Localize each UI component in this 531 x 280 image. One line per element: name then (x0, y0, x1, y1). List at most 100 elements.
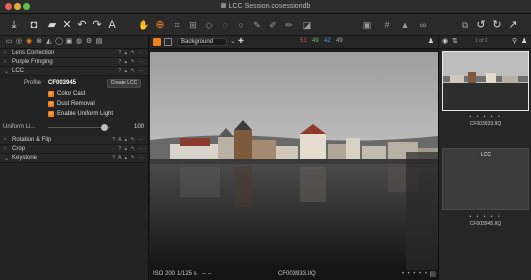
lcc-section[interactable]: ⌄ LCC ? ▴ ↰ ⋯ (0, 67, 148, 76)
crop-section[interactable]: › Crop ? ▴ ↰ ⋯ (0, 145, 148, 154)
batch-tab-icon[interactable]: ▤ (95, 38, 103, 46)
color-cast-checkbox[interactable]: ✓ (48, 91, 54, 97)
section-tools-icon[interactable]: ? ▴ ↰ ⋯ (118, 68, 144, 74)
color-tab-icon[interactable]: ⊛ (35, 38, 43, 46)
spot-icon[interactable]: ◌ (218, 18, 232, 32)
section-title: Keystone (12, 155, 38, 161)
keystone-section[interactable]: ⌄ Keystone ? A ▴ ↰ ⋯ (0, 154, 148, 163)
main-image[interactable] (150, 52, 438, 270)
user-icon[interactable]: ♟ (521, 37, 527, 45)
straighten-icon[interactable]: ⊞ (186, 18, 200, 32)
user-icon[interactable]: ♟ (428, 37, 434, 45)
sort-icon[interactable]: ⇅ (452, 37, 458, 45)
rating-stars[interactable]: • • • • • (442, 114, 529, 120)
chevron-right-icon: › (4, 137, 6, 143)
chevron-right-icon: › (4, 146, 6, 152)
rating-stars[interactable]: • • • • • (442, 214, 529, 220)
proof-icon[interactable]: ∞ (416, 18, 430, 32)
uniform-light-row: Uniform Li... 100 (0, 123, 149, 133)
blue-readout: 42 (324, 38, 331, 44)
uniform-light-option-label: Enable Uniform Light (57, 111, 114, 117)
thumbnail-caption: CF003945.IIQ (469, 221, 502, 227)
redo-icon[interactable]: ↷ (91, 18, 103, 32)
copy-adjust-icon[interactable]: ⧉ (458, 18, 472, 32)
eraser-icon[interactable]: ✐ (266, 18, 280, 32)
create-lcc-button[interactable]: Create LCC (107, 79, 141, 88)
eye-icon[interactable]: ◉ (442, 37, 448, 45)
exposure-warning-icon[interactable]: ▲ (398, 18, 412, 32)
adjust-tab-icon[interactable]: ▣ (65, 38, 73, 46)
chevron-down-icon: ⌄ (4, 156, 10, 162)
session-icon (220, 3, 226, 8)
lcc-panel-body: Profile CF003945 Create LCC ✓ Color Cast… (0, 76, 148, 136)
thumbnail-image[interactable]: LCC (442, 148, 529, 210)
pan-icon[interactable]: ✋ (137, 18, 151, 32)
details-tab-icon[interactable]: ◯ (55, 38, 63, 46)
metadata-tab-icon[interactable]: ◍ (75, 38, 83, 46)
dust-removal-checkbox[interactable]: ✓ (48, 101, 54, 107)
lens-correction-section[interactable]: › Lens Correction ? ▴ ↰ ⋯ (0, 49, 148, 58)
uniform-light-value[interactable]: 100 (134, 124, 144, 130)
section-tools-icon[interactable]: ? ▴ ↰ ⋯ (118, 146, 144, 152)
exposure-tab-icon[interactable]: ◭ (45, 38, 53, 46)
folder-icon[interactable]: ▰ (45, 18, 59, 32)
eyedropper-icon[interactable]: ✚ (238, 37, 244, 45)
capture-tab-icon[interactable]: ◎ (15, 38, 23, 46)
uniform-light-label: Uniform Li... (3, 124, 36, 130)
section-tools-icon[interactable]: ? A ▴ ↰ ⋯ (112, 155, 144, 161)
brush-icon[interactable]: ✎ (250, 18, 264, 32)
thumbnail-item[interactable]: • • • • • CF003933.IIQ (442, 51, 529, 131)
red-readout: 51 (300, 38, 307, 44)
reset-icon[interactable]: ↗ (506, 18, 520, 32)
shutter-readout: 1/125 s (177, 271, 197, 277)
uniform-light-checkbox[interactable]: ✓ (48, 111, 54, 117)
rotate-right-icon[interactable]: ↻ (490, 18, 504, 32)
uniform-light-slider-handle[interactable] (101, 124, 108, 131)
purple-fringing-section[interactable]: › Purple Fringing ? ▴ ↰ ⋯ (0, 58, 148, 67)
aperture-readout: -- -- (202, 271, 212, 277)
text-icon[interactable]: A (106, 18, 118, 32)
tool-tabs: ▭ ◎ ◉ ⊛ ◭ ◯ ▣ ◍ ⚙ ▤ (0, 36, 148, 49)
overlay-grid-icon[interactable]: # (380, 18, 394, 32)
section-tools-icon[interactable]: ? A ▴ ↰ ⋯ (112, 137, 144, 143)
green-readout: 49 (312, 38, 319, 44)
title-bar: LCC Session.cosessiondb (0, 0, 531, 14)
crop-icon[interactable]: ⌗ (170, 18, 184, 32)
background-select[interactable]: Background (177, 38, 227, 46)
keystone-icon[interactable]: ◇ (202, 18, 216, 32)
output-tab-icon[interactable]: ⚙ (85, 38, 93, 46)
single-view-icon[interactable] (164, 38, 172, 46)
section-title: Crop (12, 146, 26, 152)
delete-icon[interactable]: ✕ (61, 18, 73, 32)
left-tool-panel: ▭ ◎ ◉ ⊛ ◭ ◯ ▣ ◍ ⚙ ▤ › Lens Correction ? … (0, 36, 149, 280)
thumbnail-item[interactable]: LCC • • • • • CF003945.IIQ (442, 148, 529, 248)
window-title: LCC Session.cosessiondb (228, 3, 311, 10)
lens-tab-icon[interactable]: ◉ (25, 38, 33, 46)
import-icon[interactable]: ⤓ (7, 18, 21, 32)
search-icon[interactable]: ⚲ (512, 37, 517, 45)
profile-label: Profile (24, 80, 42, 86)
thumbnail-caption: CF003933.IIQ (469, 121, 502, 127)
gradient-mask-icon[interactable]: ◪ (300, 18, 314, 32)
image-viewer: Background ⌄ ✚ 51 49 42 49 ♟ ISO 200 1/1… (150, 36, 438, 280)
library-tab-icon[interactable]: ▭ (5, 38, 13, 46)
grid-view-icon[interactable] (153, 38, 161, 46)
luma-readout: 49 (336, 38, 343, 44)
browser-panel: ◉ ⇅ 1 of 2 ⚲ ♟ • • • • • CF003933.IIQ LC… (438, 36, 531, 280)
section-title: LCC (12, 68, 25, 74)
section-tools-icon[interactable]: ? ▴ ↰ ⋯ (118, 50, 144, 56)
rotation-flip-section[interactable]: › Rotation & Flip ? A ▴ ↰ ⋯ (0, 136, 148, 145)
circle-icon[interactable]: ○ (234, 18, 248, 32)
rating-stars[interactable]: • • • • • (402, 271, 428, 277)
rotate-left-icon[interactable]: ↺ (474, 18, 488, 32)
gradient-icon[interactable]: ✏ (282, 18, 296, 32)
chevron-down-icon: ⌄ (4, 69, 10, 75)
color-tag-icon[interactable]: ▤ (429, 270, 436, 278)
white-balance-icon[interactable]: ⊕ (153, 18, 167, 32)
thumbnail-image[interactable] (442, 51, 529, 111)
grid-icon[interactable]: ▣ (360, 18, 374, 32)
camera-icon[interactable]: ◘ (27, 18, 41, 32)
undo-icon[interactable]: ↶ (76, 18, 88, 32)
iso-readout: ISO 200 (153, 271, 176, 277)
section-tools-icon[interactable]: ? ▴ ↰ ⋯ (118, 59, 144, 65)
